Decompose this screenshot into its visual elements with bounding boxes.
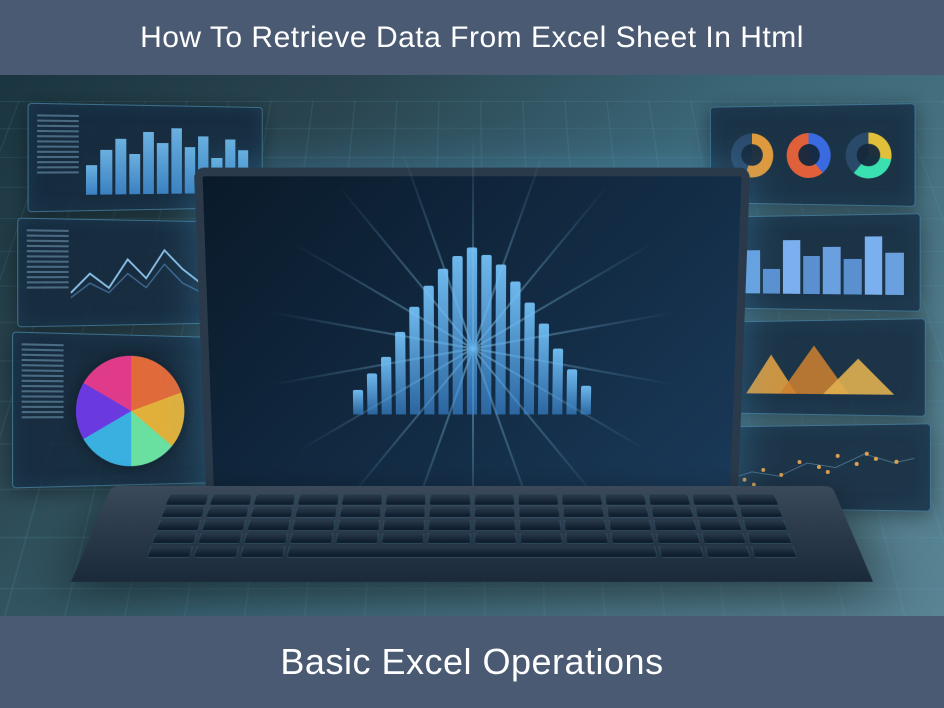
panel-data-list bbox=[27, 229, 69, 315]
header-title: How To Retrieve Data From Excel Sheet In… bbox=[140, 21, 804, 55]
donut-charts bbox=[725, 120, 899, 190]
footer-title: Basic Excel Operations bbox=[280, 641, 663, 683]
header-banner: How To Retrieve Data From Excel Sheet In… bbox=[0, 0, 944, 75]
panel-data-list bbox=[22, 343, 64, 476]
pie-chart bbox=[76, 355, 184, 468]
keyboard bbox=[146, 495, 797, 558]
hero-illustration bbox=[0, 75, 944, 616]
laptop-screen bbox=[194, 168, 750, 521]
area-chart bbox=[730, 340, 904, 395]
donut-chart-icon bbox=[787, 132, 831, 177]
donut-chart-icon bbox=[845, 132, 891, 178]
laptop-illustration bbox=[112, 486, 832, 616]
center-histogram bbox=[351, 248, 594, 415]
laptop-keyboard-base bbox=[71, 486, 873, 582]
mini-bar-chart bbox=[725, 230, 904, 295]
footer-banner: Basic Excel Operations bbox=[0, 616, 944, 708]
panel-data-list bbox=[37, 114, 79, 200]
